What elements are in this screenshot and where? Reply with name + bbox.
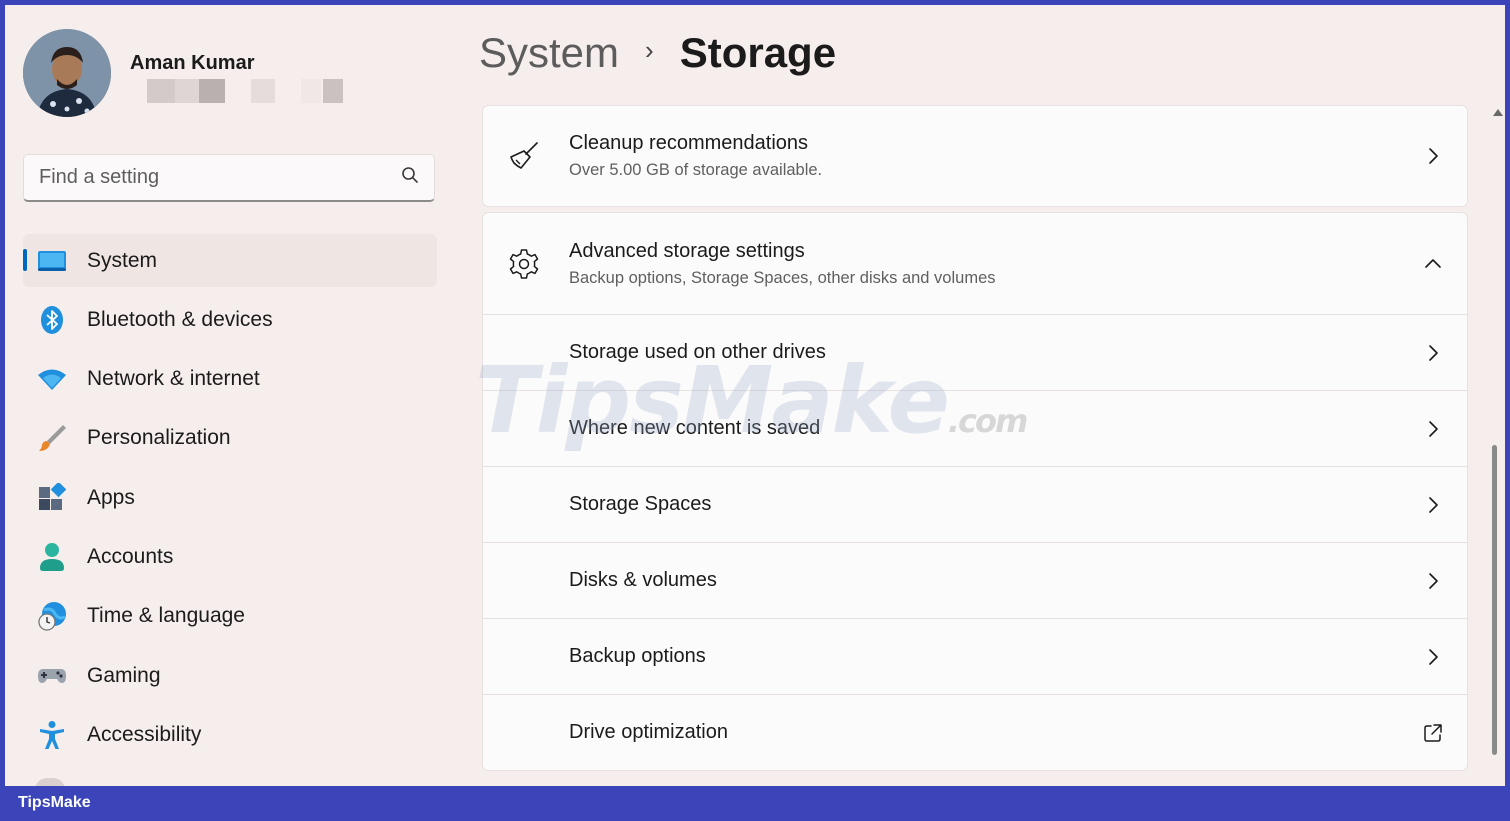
chevron-right-icon	[1423, 343, 1443, 363]
chevron-right-icon	[1423, 571, 1443, 591]
user-name: Aman Kumar	[130, 52, 255, 74]
sidebar-nav: System Bluetooth & devices Network & int…	[23, 234, 437, 768]
drive-optimization-row[interactable]: Drive optimization	[483, 694, 1467, 770]
row-text: Drive optimization	[569, 721, 728, 744]
sidebar-item-accessibility[interactable]: Accessibility	[23, 708, 437, 761]
chevron-right-icon	[1423, 495, 1443, 515]
row-label: Backup options	[569, 645, 706, 667]
sidebar-item-label: Gaming	[87, 663, 161, 687]
row-text: Storage Spaces	[569, 493, 711, 516]
sidebar-item-bluetooth[interactable]: Bluetooth & devices	[23, 293, 437, 346]
external-link-icon	[1423, 723, 1443, 743]
gamepad-icon	[37, 661, 67, 691]
globe-clock-icon	[37, 601, 67, 631]
breadcrumb-separator: ›	[645, 34, 654, 65]
chevron-right-icon	[1423, 419, 1443, 439]
cleanup-title: Cleanup recommendations	[569, 132, 809, 154]
scroll-up-arrow-icon[interactable]	[1491, 105, 1505, 117]
advanced-storage-card: Advanced storage settings Backup options…	[482, 212, 1468, 771]
sidebar-item-label: Accessibility	[87, 722, 202, 746]
page-title: Storage	[679, 29, 837, 76]
row-text: Where new content is saved	[569, 417, 820, 440]
sidebar-item-gaming[interactable]: Gaming	[23, 649, 437, 702]
breadcrumb-parent[interactable]: System	[479, 29, 619, 77]
sidebar-next-item-icon	[35, 778, 65, 786]
chevron-up-icon[interactable]	[1423, 254, 1443, 274]
search-box[interactable]: Find a setting	[23, 154, 435, 202]
advanced-storage-subtitle: Backup options, Storage Spaces, other di…	[569, 268, 996, 287]
redacted-email	[125, 79, 345, 103]
advanced-storage-header[interactable]: Advanced storage settings Backup options…	[483, 213, 1467, 314]
row-label: Storage used on other drives	[569, 341, 826, 363]
avatar[interactable]	[23, 29, 111, 117]
storage-other-drives-row[interactable]: Storage used on other drives	[483, 314, 1467, 390]
scrollbar-thumb[interactable]	[1492, 445, 1497, 755]
sidebar-item-label: Accounts	[87, 544, 174, 568]
cleanup-text: Cleanup recommendations Over 5.00 GB of …	[569, 132, 822, 180]
person-icon	[37, 542, 67, 572]
row-text: Storage used on other drives	[569, 341, 826, 364]
row-label: Drive optimization	[569, 721, 728, 743]
search-icon[interactable]	[400, 165, 420, 190]
cleanup-card[interactable]: Cleanup recommendations Over 5.00 GB of …	[482, 105, 1468, 207]
row-label: Where new content is saved	[569, 417, 821, 439]
settings-window: Aman Kumar Find a setting System Bluetoo…	[5, 5, 1505, 786]
sidebar-item-network[interactable]: Network & internet	[23, 353, 437, 406]
cleanup-subtitle: Over 5.00 GB of storage available.	[569, 161, 823, 179]
accessibility-icon	[37, 720, 67, 750]
cleanup-row[interactable]: Cleanup recommendations Over 5.00 GB of …	[483, 106, 1467, 206]
sidebar-item-system[interactable]: System	[23, 234, 437, 287]
sidebar-item-time-language[interactable]: Time & language	[23, 590, 437, 643]
sidebar-item-label: Bluetooth & devices	[87, 307, 273, 331]
gear-icon	[507, 247, 541, 281]
footer-brand: TipsMake	[18, 794, 91, 811]
sidebar-item-label: Personalization	[87, 426, 231, 450]
sidebar-item-personalization[interactable]: Personalization	[23, 412, 437, 465]
backup-options-row[interactable]: Backup options	[483, 618, 1467, 694]
advanced-storage-text: Advanced storage settings Backup options…	[569, 240, 996, 288]
chevron-right-icon	[1423, 647, 1443, 667]
sidebar-item-accounts[interactable]: Accounts	[23, 530, 437, 583]
sidebar-item-label: Apps	[87, 485, 135, 509]
sidebar-item-label: Time & language	[87, 604, 245, 628]
broom-icon	[507, 139, 541, 173]
search-input[interactable]: Find a setting	[39, 166, 400, 189]
sidebar-item-label: Network & internet	[87, 367, 260, 391]
row-label: Storage Spaces	[569, 493, 712, 515]
sidebar-item-apps[interactable]: Apps	[23, 471, 437, 524]
sidebar-item-label: System	[87, 248, 158, 272]
paintbrush-icon	[37, 423, 67, 453]
row-text: Disks & volumes	[569, 569, 717, 592]
wifi-icon	[37, 364, 67, 394]
new-content-saved-row[interactable]: Where new content is saved	[483, 390, 1467, 466]
system-icon	[37, 246, 67, 276]
storage-spaces-row[interactable]: Storage Spaces	[483, 466, 1467, 542]
breadcrumb: System › Storage	[479, 29, 836, 77]
row-text: Backup options	[569, 645, 706, 668]
chevron-right-icon	[1423, 146, 1443, 166]
row-label: Disks & volumes	[569, 569, 717, 591]
advanced-storage-title: Advanced storage settings	[569, 239, 805, 262]
disks-volumes-row[interactable]: Disks & volumes	[483, 542, 1467, 618]
apps-icon	[37, 482, 67, 513]
bluetooth-icon	[37, 305, 67, 335]
